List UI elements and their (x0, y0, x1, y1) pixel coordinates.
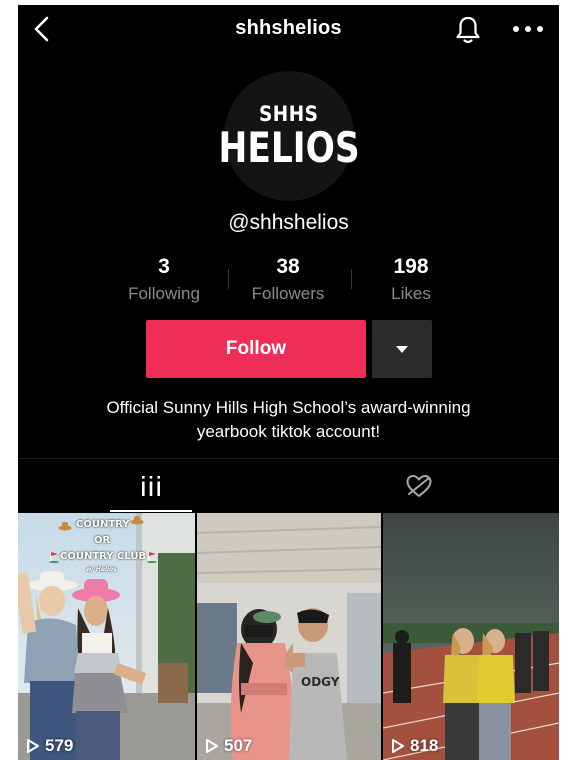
video-thumbnail[interactable]: ODGY 507 (197, 513, 381, 760)
video-caption-line: w/ Helios (86, 566, 117, 573)
golf-emoji-icon (147, 552, 157, 563)
view-count: 818 (391, 736, 438, 756)
stat-following-label: Following (128, 284, 200, 303)
avatar[interactable]: SHHS HELIOS (218, 71, 360, 201)
stat-following-value: 3 (158, 255, 170, 278)
golf-emoji-icon (49, 552, 59, 563)
view-count: 507 (205, 736, 252, 756)
profile-handle: @shhshelios (228, 211, 349, 234)
stat-likes-label: Likes (391, 284, 431, 303)
active-tab-indicator (110, 510, 192, 512)
liked-heart-icon (406, 475, 432, 497)
play-icon (392, 739, 404, 753)
more-options-button[interactable] (512, 21, 544, 37)
shirt-print-art: ODGY (301, 675, 340, 689)
avatar-logo-line1: SHHS (259, 101, 319, 126)
stat-followers[interactable]: 38 Followers (223, 255, 353, 307)
stat-followers-value: 38 (276, 255, 300, 278)
top-bar: shhshelios (18, 5, 559, 51)
bell-icon (456, 16, 480, 44)
tab-videos[interactable] (110, 459, 192, 513)
view-count-value: 507 (224, 736, 253, 755)
view-count-value: 818 (410, 736, 439, 755)
video-thumbnail-image (383, 513, 559, 760)
bio-line: yearbook tiktok account! (196, 422, 381, 441)
profile-tabs (18, 458, 559, 513)
follow-button[interactable]: Follow (146, 320, 366, 378)
view-count-value: 579 (45, 736, 74, 755)
more-dots-icon (513, 26, 543, 32)
tab-liked[interactable] (378, 459, 460, 513)
caret-down-icon (396, 345, 408, 353)
suggested-accounts-button[interactable] (372, 320, 432, 378)
view-count: 579 (26, 736, 73, 756)
video-caption-line: OR (94, 535, 111, 546)
cowboy-hat-emoji-icon (130, 516, 144, 525)
stat-likes-value: 198 (393, 255, 429, 278)
profile-bio: Official Sunny Hills High School’s award… (58, 396, 519, 444)
avatar-logo-line2: HELIOS (218, 122, 360, 172)
bio-line: Official Sunny Hills High School’s award… (106, 398, 471, 417)
play-icon (206, 739, 218, 753)
video-thumbnail-image (197, 513, 381, 760)
stat-followers-label: Followers (251, 284, 325, 303)
profile-stats: 3 Following 38 Followers 198 Likes (18, 255, 559, 311)
video-caption-line: COUNTRY CLUB (60, 551, 147, 562)
video-caption-line: COUNTRY (76, 519, 130, 530)
play-icon (27, 739, 39, 753)
notifications-button[interactable] (454, 15, 482, 45)
video-thumbnail[interactable]: COUNTRY OR COUNTRY CLUB w/ Helios 579 (18, 513, 195, 760)
video-grid: COUNTRY OR COUNTRY CLUB w/ Helios 579 OD… (18, 513, 559, 760)
profile-screen: shhshelios SHHS HELIOS @shhshelios 3 Fol… (18, 5, 559, 760)
stat-following[interactable]: 3 Following (99, 255, 229, 307)
video-thumbnail[interactable]: 818 (383, 513, 559, 760)
stat-likes[interactable]: 198 Likes (346, 255, 476, 307)
grid-icon (142, 476, 160, 496)
cowboy-hat-emoji-icon (58, 522, 72, 531)
